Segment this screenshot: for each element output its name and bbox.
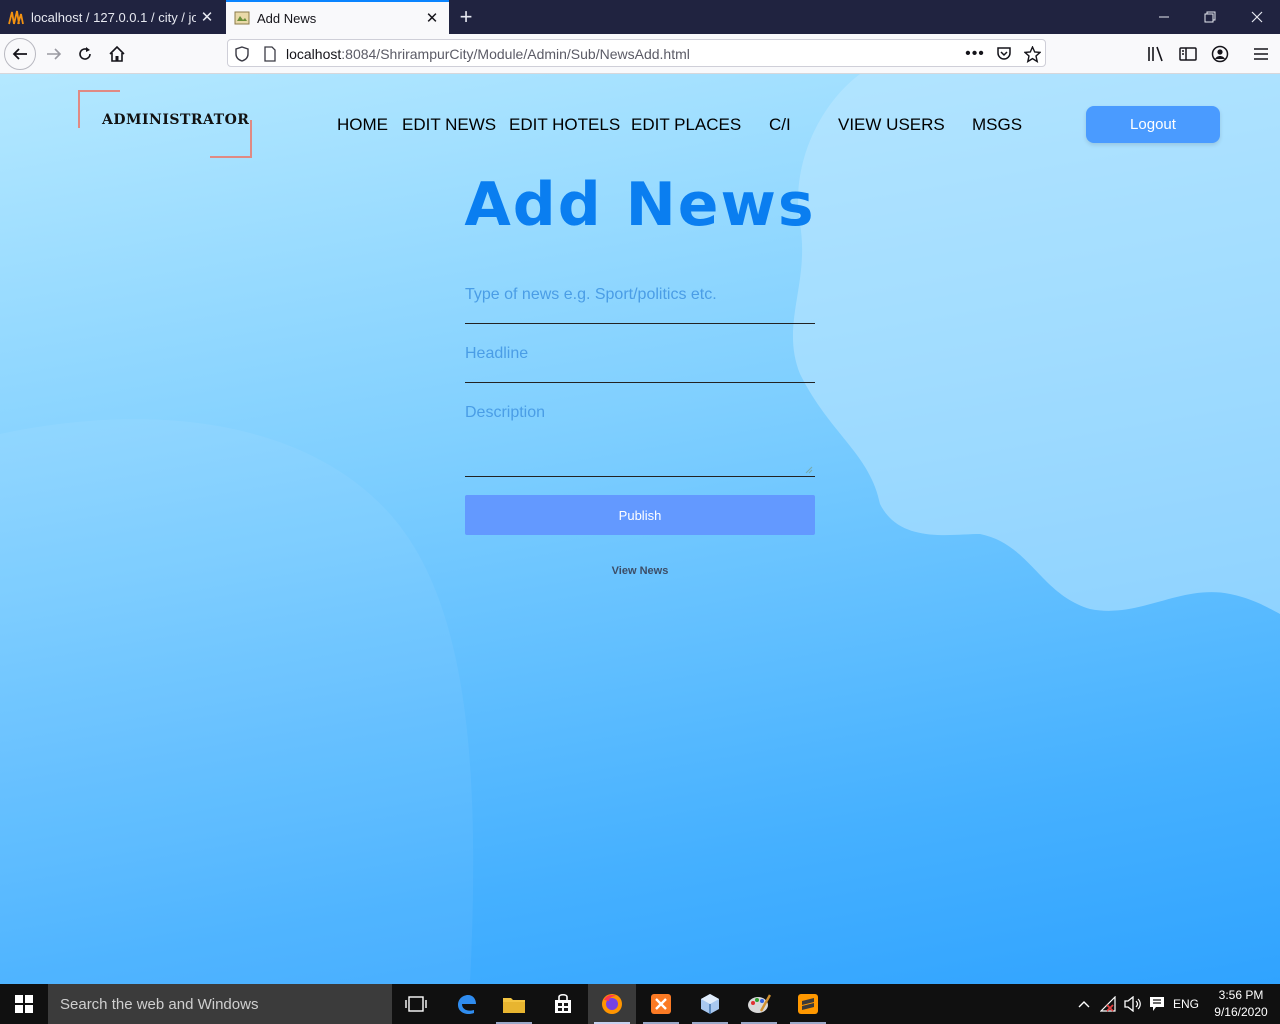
- restore-icon[interactable]: [1187, 0, 1233, 34]
- site-logo[interactable]: ADMINISTRATOR: [78, 90, 252, 158]
- page-content: ADMINISTRATOR HOME EDIT NEWS EDIT HOTELS…: [0, 74, 1280, 984]
- headline-placeholder: Headline: [465, 345, 529, 362]
- home-icon[interactable]: [101, 38, 133, 70]
- nav-ci[interactable]: C/I: [769, 115, 791, 135]
- url-host: localhost: [286, 46, 342, 62]
- virtualbox-icon[interactable]: [686, 984, 734, 1024]
- headline-input[interactable]: Headline: [465, 345, 815, 383]
- page-actions-icon[interactable]: •••: [965, 44, 985, 64]
- clock[interactable]: 3:56 PM 9/16/2020: [1206, 987, 1276, 1021]
- description-placeholder: Description: [465, 404, 546, 421]
- firefox-icon[interactable]: [588, 984, 636, 1024]
- description-textarea[interactable]: Description: [465, 404, 815, 477]
- resize-handle-icon[interactable]: [805, 466, 813, 474]
- windows-start-icon[interactable]: [0, 984, 48, 1024]
- news-type-placeholder: Type of news e.g. Sport/politics etc.: [465, 286, 717, 303]
- phpmyadmin-icon: [8, 10, 24, 25]
- url-path: :8084/ShrirampurCity/Module/Admin/Sub/Ne…: [341, 46, 690, 62]
- network-icon[interactable]: [1098, 984, 1120, 1024]
- task-view-icon[interactable]: [392, 984, 440, 1024]
- nav-edit-news[interactable]: EDIT NEWS: [402, 115, 496, 135]
- tab-phpmyadmin[interactable]: localhost / 127.0.0.1 / city / job ✕: [0, 0, 224, 34]
- nav-edit-places[interactable]: EDIT PLACES: [631, 115, 741, 135]
- bookmark-star-icon[interactable]: [1022, 44, 1042, 64]
- language-indicator[interactable]: ENG: [1170, 984, 1202, 1024]
- back-icon[interactable]: [4, 38, 36, 70]
- nav-view-users[interactable]: VIEW USERS: [838, 115, 945, 135]
- forward-icon[interactable]: [38, 38, 70, 70]
- pocket-icon[interactable]: [994, 44, 1014, 64]
- news-type-input[interactable]: Type of news e.g. Sport/politics etc.: [465, 286, 815, 324]
- account-icon[interactable]: [1208, 42, 1232, 66]
- view-news-link[interactable]: View News: [465, 565, 815, 577]
- close-icon[interactable]: ✕: [196, 6, 218, 28]
- logo-text: ADMINISTRATOR: [102, 112, 250, 128]
- library-icon[interactable]: [1144, 42, 1168, 66]
- edge-icon[interactable]: [442, 984, 490, 1024]
- address-bar[interactable]: localhost:8084/ShrirampurCity/Module/Adm…: [227, 39, 1046, 67]
- xampp-icon[interactable]: [637, 984, 685, 1024]
- tracking-shield-icon[interactable]: [232, 44, 252, 64]
- close-window-icon[interactable]: [1234, 0, 1280, 34]
- taskbar-search-input[interactable]: Search the web and Windows: [48, 984, 392, 1024]
- tab-strip: localhost / 127.0.0.1 / city / job ✕ Add…: [0, 0, 1280, 34]
- navigation-toolbar: localhost:8084/ShrirampurCity/Module/Adm…: [0, 34, 1280, 74]
- url-text: localhost:8084/ShrirampurCity/Module/Adm…: [286, 46, 690, 62]
- close-icon[interactable]: ✕: [421, 7, 443, 29]
- publish-button[interactable]: Publish: [465, 495, 815, 535]
- page-info-icon[interactable]: [260, 44, 280, 64]
- paint-icon[interactable]: [735, 984, 783, 1024]
- minimize-icon[interactable]: [1141, 0, 1187, 34]
- store-icon[interactable]: [539, 984, 587, 1024]
- tab-title: localhost / 127.0.0.1 / city / job: [31, 9, 196, 25]
- file-explorer-icon[interactable]: [490, 984, 538, 1024]
- show-hidden-icons-icon[interactable]: [1074, 984, 1094, 1024]
- hamburger-menu-icon[interactable]: [1249, 42, 1273, 66]
- action-center-icon[interactable]: [1146, 984, 1168, 1024]
- nav-msgs[interactable]: MSGS: [972, 115, 1022, 135]
- nav-home[interactable]: HOME: [337, 115, 388, 135]
- sublime-text-icon[interactable]: [784, 984, 832, 1024]
- clock-date: 9/16/2020: [1214, 1005, 1268, 1019]
- new-tab-button[interactable]: +: [452, 3, 480, 31]
- page-title: Add News: [464, 170, 816, 240]
- nav-edit-hotels[interactable]: EDIT HOTELS: [509, 115, 620, 135]
- tab-add-news[interactable]: Add News ✕: [226, 0, 449, 34]
- reload-icon[interactable]: [69, 38, 101, 70]
- tab-title: Add News: [257, 10, 317, 26]
- sidebar-icon[interactable]: [1176, 42, 1200, 66]
- page-favicon-icon: [234, 11, 250, 25]
- logout-button[interactable]: Logout: [1086, 106, 1220, 143]
- taskbar: Search the web and Windows ENG 3:56 PM 9…: [0, 984, 1280, 1024]
- clock-time: 3:56 PM: [1218, 988, 1264, 1002]
- volume-icon[interactable]: [1122, 984, 1144, 1024]
